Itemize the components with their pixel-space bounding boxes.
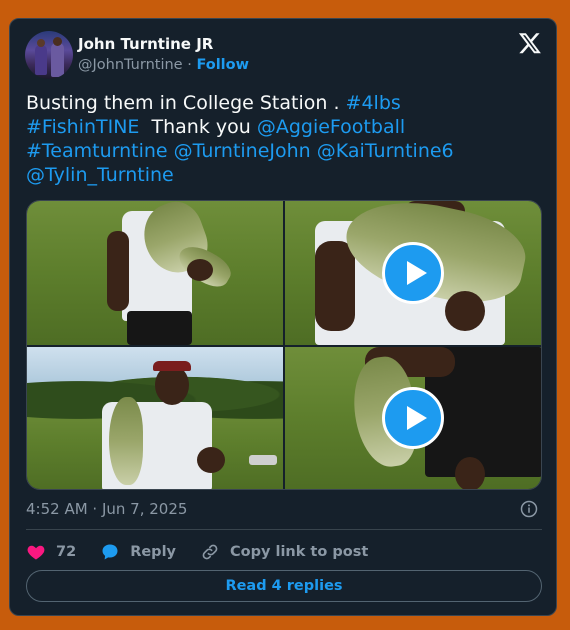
play-icon[interactable] bbox=[382, 242, 444, 304]
tweet-text-segment: Thank you bbox=[139, 116, 257, 138]
media-photo-1[interactable] bbox=[27, 201, 283, 345]
tweet-text-segment: Busting them in College Station . bbox=[26, 92, 346, 114]
mention-link[interactable]: @TurntineJohn bbox=[174, 140, 311, 162]
author-handle[interactable]: @JohnTurntine bbox=[78, 57, 183, 73]
author-handle-line: @JohnTurntine · Follow bbox=[78, 57, 249, 73]
hashtag-link[interactable]: #4lbs bbox=[346, 92, 401, 114]
heart-icon bbox=[27, 545, 45, 560]
handle-separator: · bbox=[182, 57, 197, 73]
media-photo-3[interactable] bbox=[27, 347, 283, 489]
avatar[interactable] bbox=[25, 31, 73, 79]
author-name[interactable]: John Turntine JR bbox=[78, 35, 213, 53]
copy-link-button[interactable]: Copy link to post bbox=[200, 542, 368, 562]
media-video-4[interactable] bbox=[285, 347, 541, 489]
read-replies-button[interactable]: Read 4 replies bbox=[26, 570, 542, 602]
tweet-card: John Turntine JR @JohnTurntine · Follow … bbox=[9, 18, 557, 616]
mention-link[interactable]: @Tylin_Turntine bbox=[26, 164, 174, 186]
link-icon bbox=[202, 544, 218, 560]
play-icon[interactable] bbox=[382, 387, 444, 449]
like-count: 72 bbox=[56, 544, 77, 560]
hashtag-link[interactable]: #Teamturntine bbox=[26, 140, 168, 162]
mention-link[interactable]: @AggieFootball bbox=[257, 116, 405, 138]
reply-bubble-icon bbox=[102, 544, 118, 560]
copy-link-label: Copy link to post bbox=[230, 544, 369, 560]
media-grid bbox=[26, 200, 542, 490]
tweet-timestamp[interactable]: 4:52 AM · Jun 7, 2025 bbox=[26, 500, 187, 518]
hashtag-link[interactable]: #FishinTINE bbox=[26, 116, 139, 138]
action-bar: 72 Reply Copy link to post bbox=[26, 541, 392, 563]
x-logo-icon[interactable] bbox=[518, 31, 542, 55]
tweet-text: Busting them in College Station . #4lbs … bbox=[26, 91, 536, 187]
follow-button[interactable]: Follow bbox=[196, 57, 249, 73]
reply-button[interactable]: Reply bbox=[100, 542, 176, 562]
like-button[interactable]: 72 bbox=[26, 542, 76, 562]
mention-link[interactable]: @KaiTurntine6 bbox=[317, 140, 454, 162]
media-video-2[interactable] bbox=[285, 201, 541, 345]
divider bbox=[26, 529, 542, 530]
reply-label: Reply bbox=[130, 544, 176, 560]
info-icon[interactable] bbox=[520, 500, 538, 518]
